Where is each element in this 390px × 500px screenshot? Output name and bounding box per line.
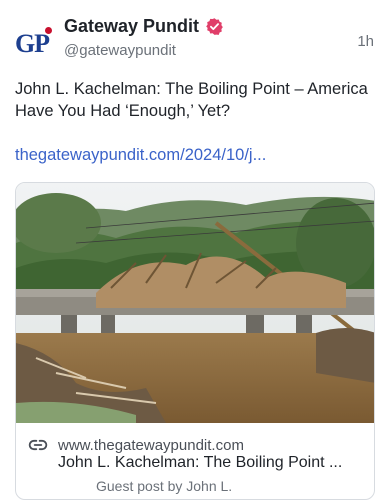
card-meta: www.thegatewaypundit.com John L. Kachelm… bbox=[16, 423, 374, 499]
name-row: Gateway Pundit bbox=[64, 16, 224, 37]
timestamp[interactable]: 1h bbox=[357, 33, 374, 50]
post-link[interactable]: thegatewaypundit.com/2024/10/j... bbox=[15, 146, 266, 165]
handle[interactable]: @gatewaypundit bbox=[64, 42, 176, 59]
display-name[interactable]: Gateway Pundit bbox=[64, 16, 199, 37]
avatar-logo: GP bbox=[15, 27, 53, 59]
link-card[interactable]: www.thegatewaypundit.com John L. Kachelm… bbox=[15, 182, 375, 500]
card-title: John L. Kachelman: The Boiling Point ... bbox=[58, 454, 343, 471]
card-domain-row: www.thegatewaypundit.com bbox=[28, 435, 244, 455]
avatar[interactable]: GP bbox=[10, 22, 54, 66]
card-domain: www.thegatewaypundit.com bbox=[58, 436, 244, 454]
post[interactable]: GP Gateway Pundit @gatewaypundit 1h John… bbox=[0, 0, 390, 500]
verified-badge-icon bbox=[206, 18, 223, 35]
card-image bbox=[16, 183, 374, 423]
card-description: Guest post by John L. bbox=[96, 478, 233, 494]
post-text: John L. Kachelman: The Boiling Point – A… bbox=[15, 80, 368, 120]
link-icon bbox=[28, 439, 48, 451]
